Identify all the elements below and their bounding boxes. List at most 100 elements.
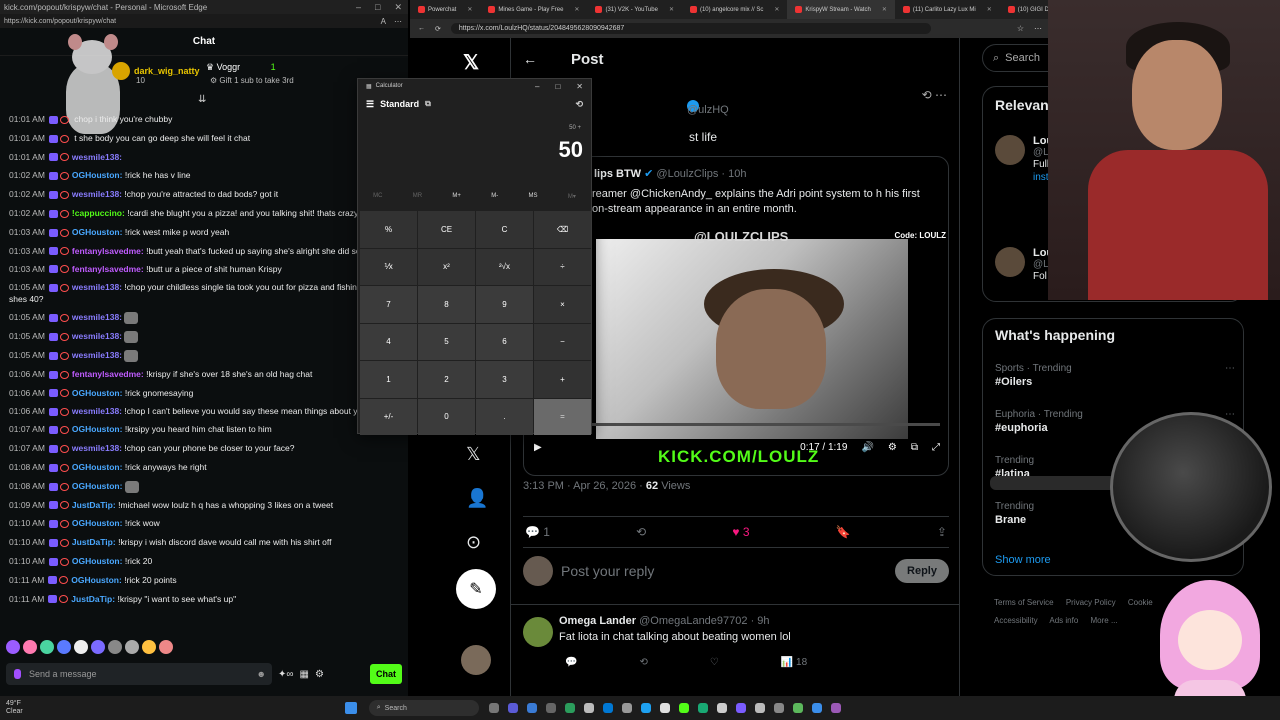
app-icon[interactable] [716, 703, 727, 713]
footer-link[interactable]: Cookie [1128, 598, 1153, 607]
collapse-icon[interactable]: ⇊ [198, 94, 206, 105]
gifter-name[interactable]: dark_wig_natty [134, 66, 200, 76]
repost-icon[interactable]: ⟲ [636, 525, 646, 539]
tab-close-icon[interactable]: ✕ [766, 6, 779, 13]
address-url[interactable]: https://x.com/LoulzHQ/status/20484956280… [450, 23, 931, 34]
repost-icon[interactable]: ⟲ [639, 657, 647, 668]
app-icon[interactable] [488, 703, 499, 713]
address-url[interactable]: https://kick.com/popout/krispyw/chat [4, 18, 116, 25]
more-icon[interactable]: ⋯ [1034, 24, 1042, 33]
pip-icon[interactable]: ⧉ [911, 442, 918, 453]
message-username[interactable]: JustDaTip: [72, 500, 116, 510]
views-action[interactable]: 📊 18 [781, 657, 807, 668]
calculator-key[interactable]: 6 [476, 323, 533, 360]
browser-tab[interactable]: (11) Carlito Lazy Lux Mi ✕ [895, 0, 1000, 19]
back-icon[interactable]: ← [418, 25, 425, 32]
app-icon[interactable] [659, 703, 670, 713]
fullscreen-icon[interactable]: ⤢ [932, 442, 940, 453]
message-username[interactable]: JustDaTip: [71, 594, 115, 604]
memory-button[interactable]: M+ [452, 193, 461, 200]
browser-tab[interactable]: Mines Game - Play Free ✕ [480, 0, 587, 19]
like-icon[interactable]: ♡ [710, 657, 719, 668]
calculator-key[interactable]: = [534, 398, 591, 435]
reply-button[interactable]: Reply [895, 559, 949, 583]
message-username[interactable]: wesmile138: [72, 350, 122, 360]
emote-icon[interactable] [23, 640, 37, 654]
calculator-key[interactable]: 9 [476, 286, 533, 323]
tab-close-icon[interactable]: ✕ [459, 6, 472, 13]
app-icon[interactable] [735, 703, 746, 713]
app-icon[interactable] [830, 703, 841, 713]
emote-icon[interactable] [91, 640, 105, 654]
app-icon[interactable] [602, 703, 613, 713]
calculator-key[interactable]: ⅟x [360, 248, 417, 285]
calculator-key[interactable]: 2 [418, 361, 475, 398]
app-icon[interactable] [640, 703, 651, 713]
app-icon[interactable] [773, 703, 784, 713]
memory-button[interactable]: M▾ [568, 193, 576, 200]
app-icon[interactable] [754, 703, 765, 713]
more-icon[interactable]: ⋯ [394, 17, 402, 26]
message-username[interactable]: fentanylsavedme: [72, 264, 144, 274]
message-username[interactable]: wesmile138: [72, 331, 122, 341]
calculator-key[interactable]: 3 [476, 361, 533, 398]
calculator-key[interactable]: CE [418, 211, 475, 248]
calculator-key[interactable]: ⌫ [534, 211, 591, 248]
maximize-icon[interactable]: □ [375, 2, 380, 13]
minimize-icon[interactable]: – [356, 2, 361, 13]
close-icon[interactable]: ✕ [576, 82, 583, 91]
share-icon[interactable]: ⇪ [937, 525, 947, 539]
tab-close-icon[interactable]: ✕ [979, 6, 992, 13]
calculator-key[interactable]: 5 [418, 323, 475, 360]
memory-button[interactable]: MC [373, 193, 382, 200]
more-icon[interactable]: ⋯ [1225, 363, 1235, 374]
browser-tab[interactable]: (10) GIGI D'A✕ [1000, 0, 1048, 19]
avatar[interactable] [523, 617, 553, 647]
show-more-link[interactable]: Show more [995, 554, 1051, 566]
play-icon[interactable]: ▶ [534, 442, 542, 453]
account-avatar[interactable] [461, 645, 491, 675]
gift-icon[interactable]: ▦ [300, 669, 309, 680]
message-username[interactable]: JustDaTip: [72, 537, 116, 547]
calculator-key[interactable]: 1 [360, 361, 417, 398]
calculator-key[interactable]: 0 [418, 398, 475, 435]
reply-tweet[interactable]: Omega Lander @OmegaLande97702 · 9h Fat l… [511, 604, 959, 668]
message-username[interactable]: OGHouston: [72, 388, 123, 398]
calculator-key[interactable]: . [476, 398, 533, 435]
message-username[interactable]: OGHouston: [72, 556, 123, 566]
reply-input[interactable]: Post your reply [561, 563, 654, 579]
avatar[interactable] [995, 135, 1025, 165]
emote-icon[interactable] [40, 640, 54, 654]
emoji-icon[interactable]: ☻ [257, 669, 266, 679]
emote-icon[interactable] [125, 640, 139, 654]
message-username[interactable]: wesmile138: [72, 282, 122, 292]
memory-button[interactable]: MS [529, 193, 538, 200]
taskbar-search[interactable]: ⌕ Search [368, 700, 479, 716]
footer-link[interactable]: Accessibility [994, 616, 1038, 625]
profile-icon[interactable]: 👤 [466, 488, 488, 509]
message-username[interactable]: OGHouston: [71, 575, 122, 585]
app-icon[interactable] [792, 703, 803, 713]
video-progress[interactable] [534, 423, 940, 426]
x-logo-icon[interactable]: 𝕏 [463, 50, 479, 75]
bookmark-icon[interactable]: 🔖 [836, 525, 851, 539]
message-username[interactable]: wesmile138: [72, 312, 122, 322]
message-input[interactable]: Send a message ☻ [6, 663, 272, 685]
app-icon[interactable] [811, 703, 822, 713]
read-aloud-icon[interactable]: A [381, 17, 386, 26]
emote-icon[interactable] [159, 640, 173, 654]
reply-action[interactable]: 💬 1 [525, 525, 550, 539]
message-username[interactable]: OGHouston: [72, 481, 123, 491]
message-username[interactable]: fentanylsavedme: [72, 369, 144, 379]
message-username[interactable]: !cappuccino: [72, 208, 125, 218]
calculator-key[interactable]: × [534, 286, 591, 323]
more-icon[interactable]: ⋯ [1225, 409, 1235, 420]
memory-button[interactable]: MR [413, 193, 422, 200]
quote-author-name[interactable]: lips BTW [594, 168, 641, 180]
calculator-key[interactable]: 4 [360, 323, 417, 360]
calculator-key[interactable]: x² [418, 248, 475, 285]
calculator-key[interactable]: ÷ [534, 248, 591, 285]
message-username[interactable]: wesmile138: [72, 406, 122, 416]
emote-icon[interactable] [57, 640, 71, 654]
memory-button[interactable]: M- [491, 193, 498, 200]
